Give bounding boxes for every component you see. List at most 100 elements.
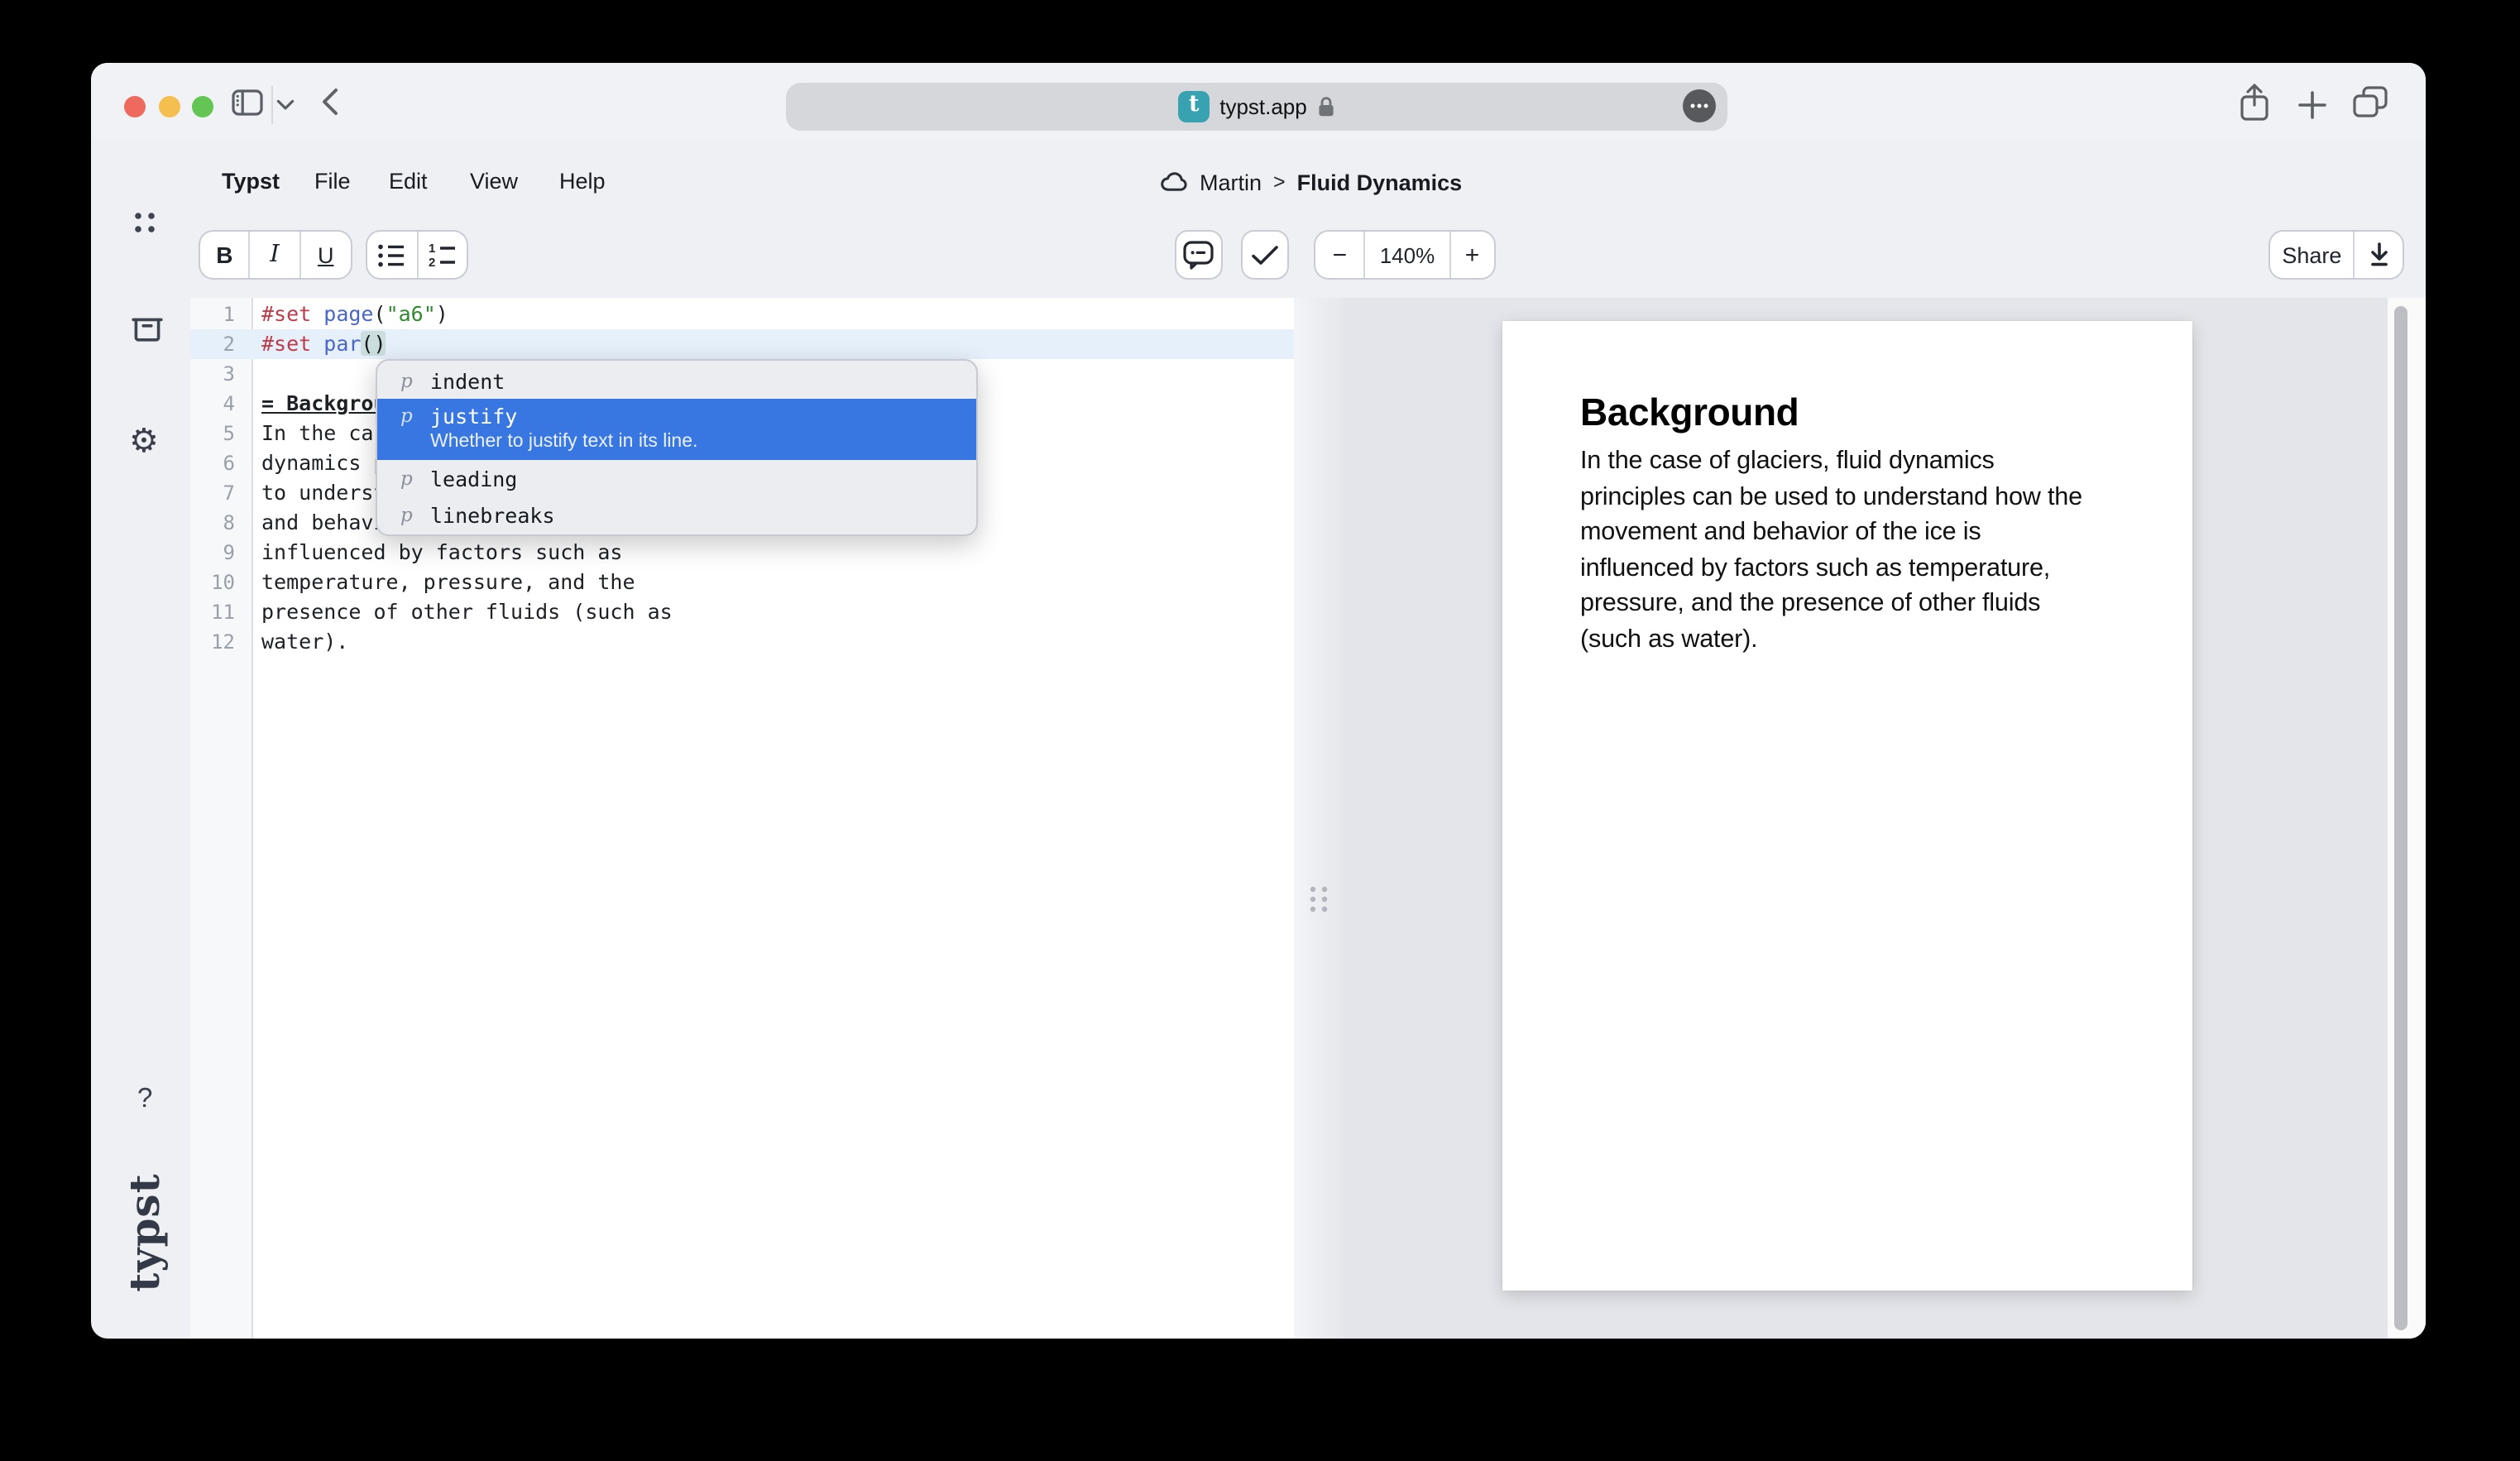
breadcrumb: Martin > Fluid Dynamics — [1160, 165, 1462, 199]
line-number: 9 — [190, 538, 235, 568]
text-style-group: B I U — [199, 230, 352, 280]
bullet-list-button[interactable] — [367, 232, 416, 278]
download-icon — [2365, 242, 2392, 268]
menu-view[interactable]: View — [470, 167, 518, 197]
box-icon — [131, 314, 164, 342]
menu-help[interactable]: Help — [559, 167, 606, 197]
share-group: Share — [2268, 230, 2404, 280]
checkmark-icon — [1251, 244, 1279, 266]
code-line[interactable]: 1 #set page("a6") — [190, 299, 1294, 329]
preview-paragraph: In the case of glaciers, fluid dynamics … — [1580, 443, 2130, 657]
autocomplete-label: linebreaks — [430, 502, 555, 527]
settings-gear-icon[interactable]: ⚙ — [129, 425, 159, 458]
grid-dots-icon — [134, 212, 156, 233]
breadcrumb-workspace[interactable]: Martin — [1200, 170, 1262, 194]
site-favicon: t — [1178, 90, 1210, 122]
chevron-down-icon[interactable] — [276, 99, 295, 111]
param-badge: p — [400, 503, 430, 526]
autocomplete-label: leading — [430, 466, 517, 491]
typst-logo: typst — [119, 1158, 169, 1307]
underline-button[interactable]: U — [299, 232, 351, 278]
preview-page: Background In the case of glaciers, flui… — [1502, 321, 2192, 1291]
help-icon[interactable]: ? — [137, 1084, 152, 1115]
page-menu-button[interactable] — [1683, 89, 1716, 122]
code-text: influenced by factors such as — [261, 538, 623, 568]
zoom-out-button[interactable]: − — [1315, 232, 1364, 278]
fullscreen-button[interactable] — [192, 95, 213, 117]
menu-file[interactable]: File — [314, 167, 351, 197]
new-tab-button[interactable] — [2298, 91, 2326, 119]
favicon-letter: t — [1189, 95, 1200, 117]
matched-parens-highlight: () — [361, 331, 386, 356]
comment-icon — [1183, 239, 1214, 271]
autocomplete-item-justify-selected[interactable]: p justify Whether to justify text in its… — [377, 399, 976, 460]
comments-button[interactable] — [1175, 230, 1223, 280]
minimize-button[interactable] — [158, 95, 180, 117]
menu-typst[interactable]: Typst — [222, 167, 280, 197]
files-box-icon[interactable] — [131, 314, 164, 342]
autocomplete-label: justify — [430, 403, 517, 428]
url-text: typst.app — [1219, 93, 1307, 118]
code-text: #set page("a6") — [261, 299, 448, 329]
cloud-icon — [1160, 172, 1188, 192]
line-number: 4 — [190, 389, 235, 419]
preview-pane: Background In the case of glaciers, flui… — [1344, 298, 2388, 1339]
code-line[interactable]: 9 influenced by factors such as — [190, 538, 1294, 568]
param-badge: p — [400, 369, 430, 392]
numbered-list-button[interactable]: 1 2 — [416, 232, 467, 278]
drag-handle-icon[interactable] — [1309, 885, 1329, 913]
code-line-active[interactable]: 2 #set par() — [190, 329, 1294, 359]
svg-text:1: 1 — [429, 242, 435, 255]
close-button[interactable] — [124, 95, 146, 117]
preview-scrollbar-thumb[interactable] — [2394, 306, 2407, 1330]
share-page-button[interactable] — [2237, 83, 2272, 122]
ellipsis-icon — [1689, 103, 1709, 109]
bold-button[interactable]: B — [200, 232, 249, 278]
zoom-in-button[interactable]: + — [1449, 232, 1494, 278]
toolbar-divider — [271, 86, 273, 124]
back-button[interactable] — [321, 88, 339, 116]
breadcrumb-separator: > — [1273, 170, 1286, 194]
line-number: 2 — [190, 329, 235, 359]
param-badge: p — [400, 467, 430, 490]
line-number: 1 — [190, 299, 235, 329]
line-number: 12 — [190, 627, 235, 657]
breadcrumb-document-title[interactable]: Fluid Dynamics — [1297, 170, 1463, 194]
pane-resize-divider[interactable] — [1294, 298, 1344, 1339]
autocomplete-item-leading[interactable]: p leading — [377, 460, 976, 496]
line-number: 8 — [190, 508, 235, 538]
traffic-lights — [124, 95, 213, 117]
browser-toolbar: t typst.app — [91, 63, 2426, 139]
zoom-level[interactable]: 140% — [1364, 232, 1449, 278]
tabs-icon — [2353, 86, 2388, 117]
autocomplete-popup: p indent p justify Whether to justify te… — [376, 359, 978, 536]
zoom-controls: − 140% + — [1314, 230, 1496, 280]
italic-button[interactable]: I — [249, 232, 299, 278]
autocomplete-item-indent[interactable]: p indent — [377, 362, 976, 399]
download-button[interactable] — [2354, 232, 2403, 278]
apps-grid-icon[interactable] — [134, 212, 156, 233]
autocomplete-item-linebreaks[interactable]: p linebreaks — [377, 496, 976, 533]
address-bar[interactable]: t typst.app — [786, 82, 1727, 130]
bullet-list-icon — [378, 242, 406, 267]
share-button[interactable]: Share — [2270, 232, 2354, 278]
autocomplete-label: indent — [430, 368, 505, 393]
tab-overview-button[interactable] — [2353, 86, 2388, 117]
line-number: 3 — [190, 359, 235, 389]
line-number: 7 — [190, 478, 235, 508]
preview-heading: Background — [1580, 390, 2130, 434]
code-line[interactable]: 11 presence of other fluids (such as — [190, 597, 1294, 627]
param-badge: p — [400, 404, 430, 427]
plus-icon — [2298, 91, 2326, 119]
numbered-list-icon: 1 2 — [429, 242, 457, 267]
code-line[interactable]: 12 water). — [190, 627, 1294, 657]
code-text: #set par() — [261, 329, 386, 359]
list-group: 1 2 — [366, 230, 468, 280]
line-number: 6 — [190, 448, 235, 478]
preview-scrollbar-track[interactable] — [2388, 298, 2426, 1339]
code-line[interactable]: 10 temperature, pressure, and the — [190, 568, 1294, 597]
svg-text:2: 2 — [429, 255, 435, 267]
menu-edit[interactable]: Edit — [389, 167, 428, 197]
sidebar-toggle-icon[interactable] — [232, 89, 263, 116]
check-button[interactable] — [1241, 230, 1289, 280]
